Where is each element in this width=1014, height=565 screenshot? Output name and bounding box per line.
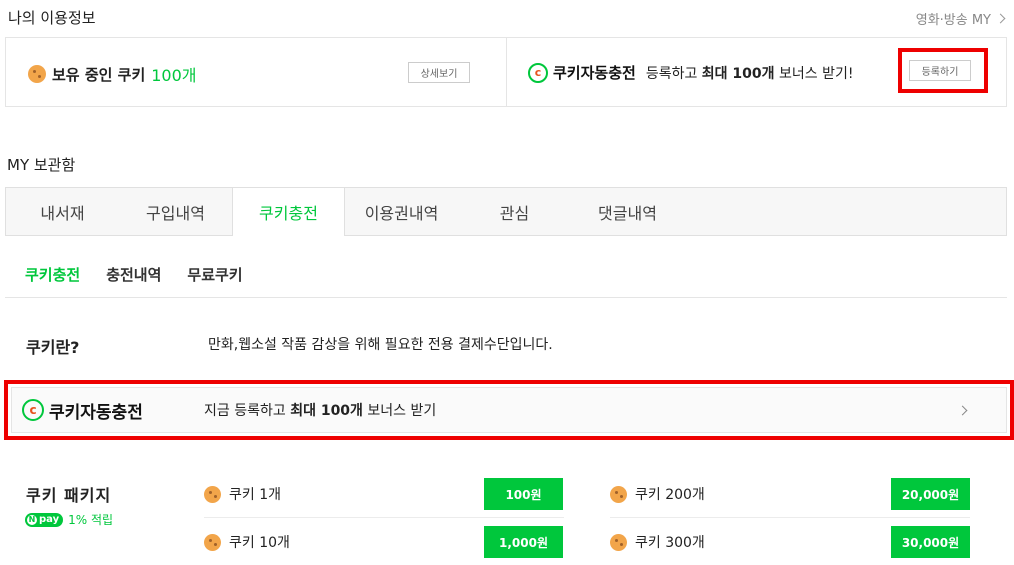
price-button[interactable]: 100원 xyxy=(484,478,563,510)
charge-subtabs: 쿠키충전 충전내역 무료쿠키 xyxy=(25,264,243,285)
npay-n-icon: N xyxy=(27,514,37,525)
npay-logo-icon: N pay xyxy=(25,512,64,527)
cookie-icon xyxy=(204,485,221,503)
subtab-free-cookie[interactable]: 무료쿠키 xyxy=(187,264,242,285)
owned-cookie-count: 100개 xyxy=(151,66,197,85)
auto-charge-promo: c 쿠키자동충전 등록하고 최대 100개 보너스 받기! xyxy=(528,62,853,83)
detail-button[interactable]: 상세보기 xyxy=(408,62,470,83)
what-is-cookie-text: 만화,웹소설 작품 감상을 위해 필요한 전용 결제수단입니다. xyxy=(208,337,553,353)
package-name: 쿠키 200개 xyxy=(635,487,705,503)
cookie-package-title: 쿠키 패키지 xyxy=(26,486,112,505)
npay-reward-text: 1% 적립 xyxy=(68,513,114,527)
row-divider xyxy=(204,517,564,518)
package-item: 쿠키 1개 xyxy=(204,484,281,504)
package-item: 쿠키 10개 xyxy=(204,532,290,552)
cookie-icon xyxy=(28,65,46,83)
package-item: 쿠키 200개 xyxy=(610,484,705,504)
promo-suffix: 보너스 받기! xyxy=(779,65,854,82)
storage-tabs: 내서재 구입내역 쿠키충전 이용권내역 관심 댓글내역 xyxy=(5,187,1007,236)
owned-cookie-panel: 보유 중인 쿠키 100개 상세보기 xyxy=(6,38,506,106)
banner-highlight-frame xyxy=(4,380,1014,440)
auto-charge-logo: c 쿠키자동충전 xyxy=(528,62,636,83)
tab-library[interactable]: 내서재 xyxy=(6,188,119,235)
subtab-divider xyxy=(5,297,1007,298)
package-name: 쿠키 300개 xyxy=(635,535,705,551)
cookie-icon xyxy=(204,533,221,551)
npay-label: pay xyxy=(39,514,60,525)
tab-purchases[interactable]: 구입내역 xyxy=(119,188,232,235)
what-is-cookie-label: 쿠키란? xyxy=(26,338,80,357)
usage-info-box: 보유 중인 쿠키 100개 상세보기 c 쿠키자동충전 등록하고 최대 100개… xyxy=(5,37,1007,107)
subtab-charge-history[interactable]: 충전내역 xyxy=(106,264,161,285)
cookie-icon xyxy=(610,533,627,551)
price-button[interactable]: 20,000원 xyxy=(891,478,970,510)
movie-my-link-label[interactable]: 영화·방송 MY xyxy=(916,9,991,28)
owned-cookie-label: 보유 중인 쿠키 xyxy=(52,65,146,84)
tab-cookie-charge[interactable]: 쿠키충전 xyxy=(232,187,345,236)
register-button[interactable]: 등록하기 xyxy=(909,60,971,81)
package-item: 쿠키 300개 xyxy=(610,532,705,552)
chevron-right-icon xyxy=(995,13,1006,24)
price-button[interactable]: 1,000원 xyxy=(484,526,563,558)
my-storage-title: MY 보관함 xyxy=(7,156,76,174)
auto-charge-logo-text: 쿠키자동충전 xyxy=(553,64,636,82)
cookie-icon xyxy=(610,485,627,503)
promo-prefix: 등록하고 xyxy=(645,65,698,82)
owned-cookie-summary: 보유 중인 쿠키 100개 xyxy=(28,62,197,86)
package-name: 쿠키 10개 xyxy=(229,535,290,551)
cookie-charge-icon: c xyxy=(528,62,548,83)
movie-my-link[interactable]: 영화·방송 MY xyxy=(916,9,1006,28)
promo-bold: 최대 100개 xyxy=(701,65,775,82)
npay-reward: N pay 1% 적립 xyxy=(25,511,113,528)
tab-comments[interactable]: 댓글내역 xyxy=(571,188,684,235)
auto-charge-promo-text: 등록하고 최대 100개 보너스 받기! xyxy=(646,63,854,83)
price-button[interactable]: 30,000원 xyxy=(891,526,970,558)
tab-pass-history[interactable]: 이용권내역 xyxy=(345,188,458,235)
package-name: 쿠키 1개 xyxy=(229,487,281,503)
row-divider xyxy=(610,517,970,518)
tab-favorites[interactable]: 관심 xyxy=(458,188,571,235)
usage-info-title: 나의 이용정보 xyxy=(8,9,96,27)
auto-charge-panel: c 쿠키자동충전 등록하고 최대 100개 보너스 받기! 등록하기 xyxy=(506,38,1006,106)
subtab-cookie-charge[interactable]: 쿠키충전 xyxy=(25,264,80,285)
